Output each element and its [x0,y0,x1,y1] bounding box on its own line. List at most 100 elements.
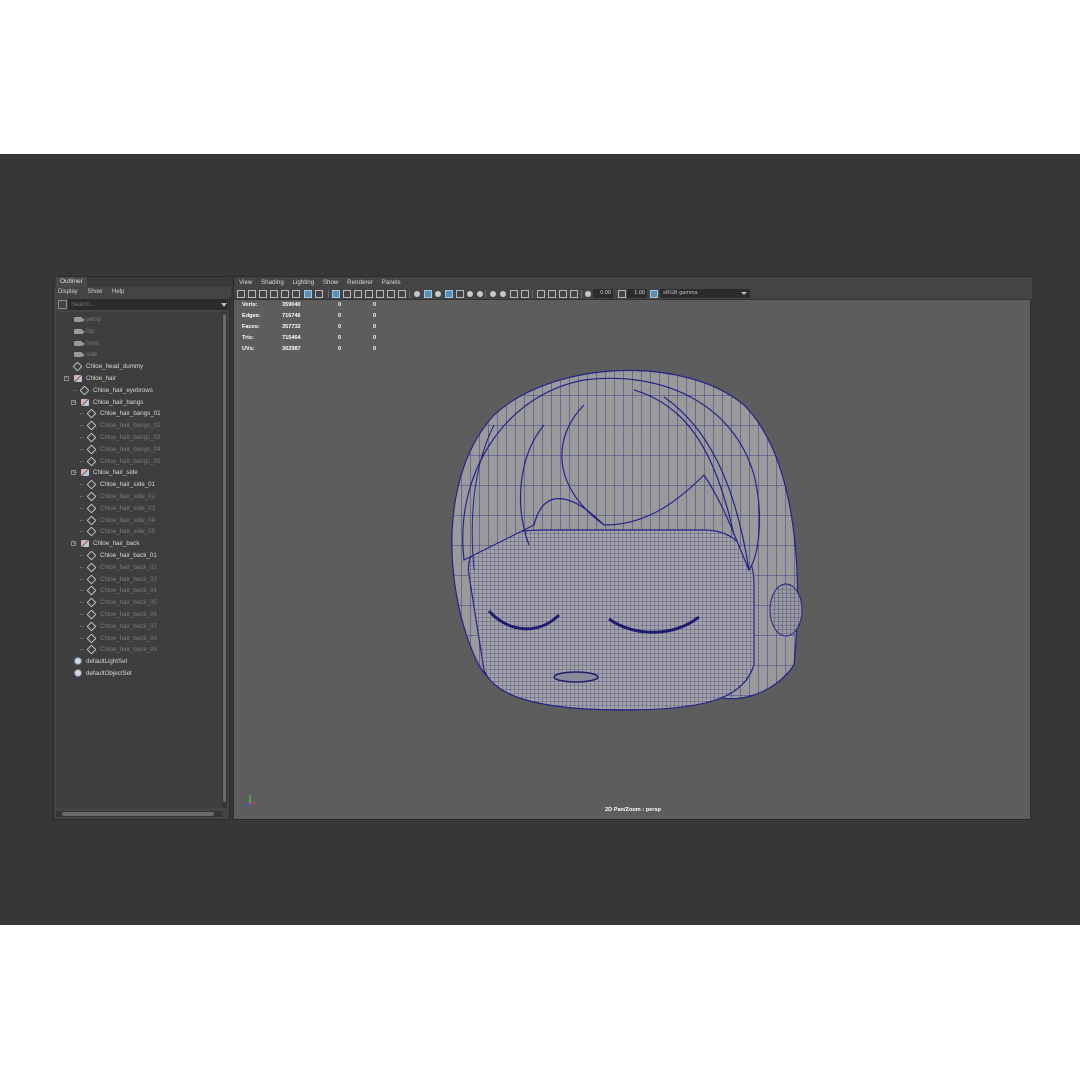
flat-shade-icon[interactable] [435,291,441,297]
menu-lighting[interactable]: Lighting [293,279,315,286]
hud-row: Verts: 359040 0 0 [242,300,392,311]
tree-item[interactable]: Chloe_hair_back_04 [56,585,222,596]
anti-aliasing-icon[interactable] [510,290,518,298]
horizontal-scrollbar[interactable] [56,811,222,817]
tree-item[interactable]: - Chloe_hair_bangs [56,397,222,408]
smooth-shade-all-icon[interactable] [424,290,432,298]
field-chart-icon[interactable] [376,290,384,298]
tree-item-label: Chloe_hair_eyebrows [93,386,153,394]
safe-action-icon[interactable] [387,290,395,298]
tree-item[interactable]: Chloe_hair_side_01 [56,479,222,490]
use-all-lights-icon[interactable] [467,291,473,297]
tab-outliner[interactable]: Outliner [56,277,87,287]
gamma-field[interactable]: 1.00 [627,289,647,298]
shadows-icon[interactable] [477,291,483,297]
vertical-scrollbar[interactable] [222,312,227,808]
mesh-icon [86,515,97,526]
tree-item[interactable]: side [56,349,222,360]
motion-blur-icon[interactable] [500,291,506,297]
color-management-icon[interactable] [650,290,658,298]
collapse-toggle-icon[interactable]: - [71,541,76,547]
tree-item[interactable]: front [56,338,222,349]
wireframe-shaded-icon[interactable] [414,291,420,297]
tree-item[interactable]: Chloe_hair_bangs_04 [56,444,222,455]
tree-item[interactable]: - Chloe_hair_back [56,538,222,549]
chevron-down-icon[interactable] [221,303,227,307]
menu-show[interactable]: Show [323,279,338,286]
xray-components-icon[interactable] [559,290,567,298]
tree-item[interactable]: Chloe_hair_side_04 [56,515,222,526]
tree-item[interactable]: Chloe_head_dummy [56,361,222,372]
isolate-select-icon[interactable] [537,290,545,298]
tree-item[interactable]: - Chloe_hair [56,373,222,384]
collapse-toggle-icon[interactable]: - [64,376,69,381]
2d-pan-zoom-icon[interactable] [304,290,312,298]
gamma-icon[interactable] [618,290,626,298]
tree-item[interactable]: Chloe_hair_side_05 [56,526,222,537]
search-input[interactable] [68,299,228,310]
tree-item[interactable]: Chloe_hair_bangs_03 [56,432,222,443]
menu-show[interactable]: Show [87,289,102,295]
tree-item[interactable]: Chloe_hair_back_01 [56,550,222,561]
screen-space-ao-icon[interactable] [490,291,496,297]
camera-attributes-icon[interactable] [248,290,256,298]
tree-connector [73,389,77,391]
safe-title-icon[interactable] [398,290,406,298]
tree-item[interactable]: Chloe_hair_back_03 [56,574,222,585]
tree-item[interactable]: persp [56,314,222,325]
tree-item[interactable]: defaultObjectSet [56,668,222,679]
xray-joints-icon[interactable] [548,290,556,298]
menu-panels[interactable]: Panels [382,279,401,286]
tree-item[interactable]: Chloe_hair_back_06 [56,609,222,620]
tree-item[interactable]: - Chloe_hair_side [56,467,222,478]
scrollbar-thumb[interactable] [62,812,214,816]
depth-of-field-icon[interactable] [521,290,529,298]
image-plane-icon[interactable] [270,290,278,298]
camera-icon [74,352,85,358]
tree-connector [80,555,84,556]
character-head-wireframe[interactable] [434,365,814,725]
menu-renderer[interactable]: Renderer [347,279,373,286]
tree-item[interactable]: Chloe_hair_bangs_01 [56,408,222,419]
film-gate-icon[interactable] [292,290,300,298]
tree-item[interactable]: Chloe_hair_bangs_05 [56,456,222,467]
tree-item[interactable]: Chloe_hair_bangs_02 [56,420,222,431]
viewport-panel[interactable]: View Shading Lighting Show Renderer Pane… [233,276,1032,820]
mesh-icon [72,361,83,372]
tree-item[interactable]: Chloe_hair_eyebrows [56,385,222,396]
smooth-shade-icon[interactable] [343,290,351,298]
tree-item[interactable]: Chloe_hair_back_05 [56,597,222,608]
tree-item[interactable]: defaultLightSet [56,656,222,667]
color-space-dropdown[interactable]: sRGB gamma [660,289,750,298]
select-camera-icon[interactable] [237,290,245,298]
tree-item[interactable]: Chloe_hair_side_02 [56,491,222,502]
tree-item[interactable]: Chloe_hair_back_02 [56,562,222,573]
gate-mask-icon[interactable] [365,290,373,298]
menu-display[interactable]: Display [58,289,78,295]
wireframe-icon[interactable] [332,290,340,298]
menu-help[interactable]: Help [112,289,124,295]
frame-all-icon[interactable] [570,290,578,298]
viewport-toolbar: 0.00 1.00 sRGB gamma [234,288,1032,300]
exposure-icon[interactable] [585,291,591,297]
tree-item[interactable]: Chloe_hair_side_03 [56,503,222,514]
exposure-field[interactable]: 0.00 [593,289,613,298]
collapse-toggle-icon[interactable]: - [71,399,76,405]
grease-pencil-icon[interactable] [315,290,323,298]
tree-item[interactable]: top [56,326,222,337]
poly-count-hud: Verts: 359040 0 0 Edges: 716746 0 0 Faces: 357732… [242,300,392,355]
search-filter-icon[interactable] [58,300,67,309]
collapse-toggle-icon[interactable]: - [71,470,76,476]
tree-item[interactable]: Chloe_hair_back_07 [56,621,222,632]
tree-item[interactable]: Chloe_hair_back_09 [56,644,222,655]
scrollbar-thumb[interactable] [223,314,226,802]
resolution-gate-icon[interactable] [354,290,362,298]
wireframe-on-shaded-icon[interactable] [445,290,453,298]
grid-icon[interactable] [281,290,289,298]
menu-view[interactable]: View [239,279,252,286]
menu-shading[interactable]: Shading [261,279,284,286]
xray-icon[interactable] [456,290,464,298]
bookmark-icon[interactable] [259,290,267,298]
tree-item[interactable]: Chloe_hair_back_08 [56,633,222,644]
viewport-menu-bar: View Shading Lighting Show Renderer Pane… [234,277,1032,288]
